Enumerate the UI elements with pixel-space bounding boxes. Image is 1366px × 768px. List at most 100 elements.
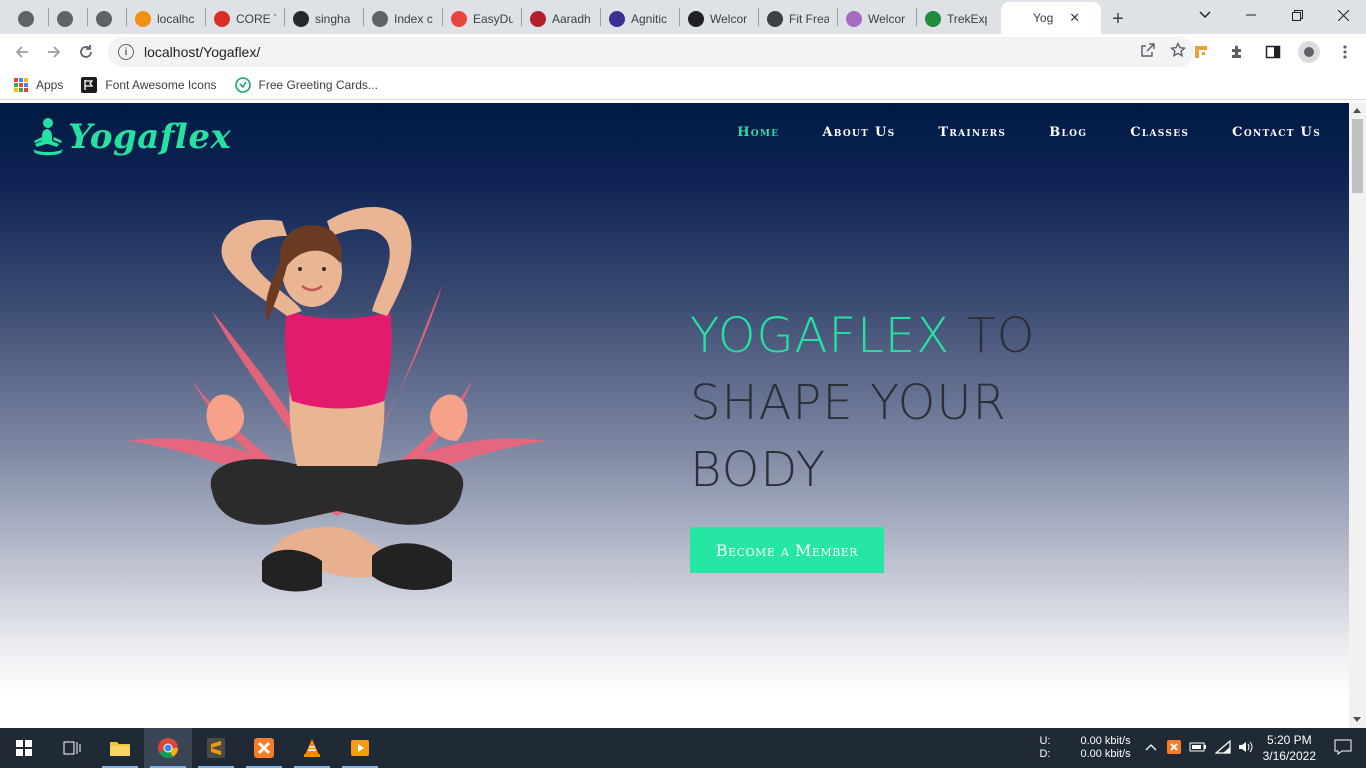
close-icon[interactable]: ✕: [1069, 10, 1080, 26]
share-icon[interactable]: [1140, 42, 1156, 62]
tab-4[interactable]: CORE T: [206, 4, 284, 34]
extensions-puzzle-icon[interactable]: [1224, 36, 1250, 68]
battery-icon[interactable]: [1189, 741, 1207, 756]
nav-classes[interactable]: Classes: [1130, 125, 1189, 140]
tab-title: Yog: [1033, 11, 1054, 25]
system-tray: U: D: 0.00 kbit/s 0.00 kbit/s 5:20 PM 3/…: [1039, 728, 1366, 768]
clock-date: 3/16/2022: [1262, 749, 1316, 763]
tab-active[interactable]: Yog ✕: [1001, 2, 1101, 34]
bookmark-label: Apps: [36, 77, 64, 92]
core-icon: [214, 11, 230, 27]
aaradh-icon: [530, 11, 546, 27]
tab-7[interactable]: EasyDu: [443, 4, 521, 34]
side-panel-icon[interactable]: [1260, 36, 1286, 68]
globe-icon: [57, 11, 73, 27]
forward-icon[interactable]: [38, 36, 70, 68]
tab-6[interactable]: Index c: [364, 4, 442, 34]
url-text[interactable]: localhost/Yogaflex/: [144, 44, 260, 60]
wifi-icon[interactable]: [1213, 739, 1231, 757]
tab-10[interactable]: Welcor: [680, 4, 758, 34]
tab-9[interactable]: Agnitic: [601, 4, 679, 34]
apps-grid-icon: [14, 77, 28, 92]
github-icon: [293, 11, 309, 27]
task-view-icon[interactable]: [48, 728, 96, 768]
browser-toolbar: i localhost/Yogaflex/: [0, 34, 1366, 70]
bookmark-star-icon[interactable]: [1169, 41, 1187, 62]
address-bar[interactable]: i localhost/Yogaflex/: [108, 37, 1194, 67]
file-explorer-icon[interactable]: [96, 728, 144, 768]
tab-12[interactable]: Welcor: [838, 4, 916, 34]
extension-icon[interactable]: [1188, 36, 1214, 68]
xampp-icon[interactable]: [240, 728, 288, 768]
page-scrollbar[interactable]: [1349, 103, 1366, 728]
tab-title: TrekExp: [947, 12, 987, 26]
easydu-icon: [451, 11, 467, 27]
notifications-icon[interactable]: [1334, 739, 1352, 758]
agnitio-icon: [609, 11, 625, 27]
site-logo[interactable]: Yogaflex: [30, 117, 231, 157]
tab-5[interactable]: singha: [285, 4, 363, 34]
tab-3[interactable]: localhc: [127, 4, 205, 34]
tab-title: Welcor: [710, 12, 748, 26]
globe-icon: [372, 11, 388, 27]
meditation-icon: [33, 118, 63, 156]
phpmyadmin-icon: [135, 11, 151, 27]
page-viewport: Yogaflex Home About Us Trainers Blog Cla…: [0, 103, 1349, 728]
tab-title: CORE T: [236, 12, 276, 26]
sublime-text-icon[interactable]: [192, 728, 240, 768]
windows-taskbar: U: D: 0.00 kbit/s 0.00 kbit/s 5:20 PM 3/…: [0, 728, 1366, 768]
taskbar-clock[interactable]: 5:20 PM 3/16/2022: [1263, 732, 1316, 764]
tab-2[interactable]: [88, 4, 126, 34]
tray-chevron-up-icon[interactable]: [1145, 742, 1157, 754]
tray-xampp-icon[interactable]: [1166, 739, 1181, 757]
bookmark-apps[interactable]: Apps: [14, 77, 64, 92]
profile-avatar[interactable]: [1296, 36, 1322, 68]
minimize-icon[interactable]: [1228, 0, 1274, 30]
tab-0[interactable]: [10, 4, 48, 34]
become-member-button[interactable]: Become a Member: [690, 527, 884, 573]
reload-icon[interactable]: [70, 36, 102, 68]
chrome-icon[interactable]: [144, 728, 192, 768]
hero-title-accent: YOGAFLEX: [690, 308, 951, 364]
bookmark-font-awesome[interactable]: Font Awesome Icons: [81, 76, 217, 93]
hero-yoga-image: [127, 206, 547, 592]
scroll-thumb[interactable]: [1352, 119, 1363, 193]
tab-13[interactable]: TrekExp: [917, 4, 995, 34]
shield-icon: [767, 11, 783, 27]
close-window-icon[interactable]: [1320, 0, 1366, 30]
tab-1[interactable]: [49, 4, 87, 34]
tab-title: Welcor: [868, 12, 906, 26]
tab-title: EasyDu: [473, 12, 513, 26]
windows-start-icon[interactable]: [0, 728, 48, 768]
new-tab-button[interactable]: +: [1101, 4, 1135, 34]
tab-title: Index c: [394, 12, 433, 26]
tab-title: singha: [315, 12, 351, 26]
bookmark-greeting-cards[interactable]: Free Greeting Cards...: [234, 76, 378, 93]
media-player-icon[interactable]: [336, 728, 384, 768]
menu-kebab-icon[interactable]: [1332, 36, 1358, 68]
net-labels: U: D:: [1039, 735, 1051, 760]
nav-about-us[interactable]: About Us: [822, 125, 895, 140]
volume-icon[interactable]: [1237, 740, 1253, 757]
tab-8[interactable]: Aaradh: [522, 4, 600, 34]
bookmark-label: Free Greeting Cards...: [258, 77, 378, 92]
tab-title: Agnitic: [631, 12, 668, 26]
scroll-up-arrow-icon[interactable]: [1353, 108, 1361, 113]
vlc-icon[interactable]: [288, 728, 336, 768]
tab-search-chevron-icon[interactable]: [1182, 0, 1228, 30]
nav-trainers[interactable]: Trainers: [938, 125, 1006, 140]
back-icon[interactable]: [6, 36, 38, 68]
tab-title: localhc: [157, 12, 195, 26]
nav-blog[interactable]: Blog: [1049, 125, 1087, 140]
tab-strip: localhc CORE T singha Index c EasyDu Aaradh Ag…: [0, 0, 1366, 34]
scroll-down-arrow-icon[interactable]: [1353, 717, 1361, 722]
nav-contact-us[interactable]: Contact Us: [1232, 125, 1321, 140]
tab-11[interactable]: Fit Frea: [759, 4, 837, 34]
logo-text: Yogaflex: [68, 117, 232, 157]
restore-icon[interactable]: [1274, 0, 1320, 30]
network-speed: U: D: 0.00 kbit/s 0.00 kbit/s: [1039, 735, 1130, 761]
nav-home[interactable]: Home: [737, 125, 779, 140]
main-nav: Home About Us Trainers Blog Classes Cont…: [737, 125, 1321, 140]
clock-time: 5:20 PM: [1266, 733, 1312, 747]
site-info-icon[interactable]: i: [118, 44, 134, 60]
